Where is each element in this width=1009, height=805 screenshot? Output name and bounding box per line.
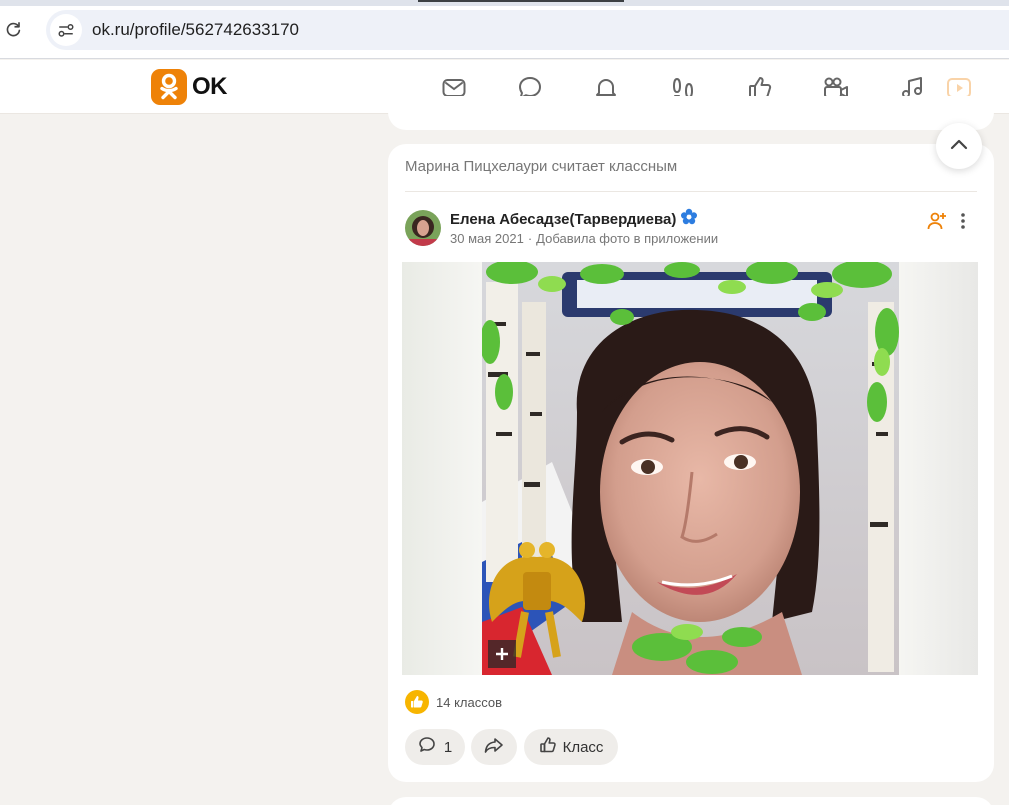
browser-toolbar: ok.ru/profile/562742633170 [0,0,1009,59]
klass-badge-icon [405,690,429,714]
address-bar[interactable]: ok.ru/profile/562742633170 [46,10,1009,50]
post-action-text: Добавила фото в приложении [536,231,719,246]
tab-strip [0,0,1009,6]
liked-by-line[interactable]: Марина Пицхелаури считает классным [405,158,677,175]
verified-flower-icon [680,208,698,230]
previous-post-card [388,96,994,130]
meta-separator: · [527,231,533,246]
comment-button[interactable]: 1 [405,729,465,765]
more-options-icon[interactable] [953,210,973,232]
klass-label: Класс [562,738,604,756]
post-meta: 30 мая 2021 · Добавила фото в приложении [450,231,718,246]
author-name[interactable]: Елена Абесадзе(Тарвердиева) [450,208,698,230]
reload-icon[interactable] [2,18,24,40]
url-text[interactable]: ok.ru/profile/562742633170 [92,20,299,40]
active-tab-indicator [418,0,624,2]
chevron-up-icon [950,137,968,155]
next-post-card [388,797,994,805]
comment-icon [418,736,436,758]
post-photo-container[interactable] [402,262,978,675]
share-arrow-icon [484,736,504,758]
klass-button[interactable]: Класс [524,729,618,765]
post-date[interactable]: 30 мая 2021 [450,231,524,246]
add-photo-plus-icon[interactable] [488,640,516,668]
author-name-text[interactable]: Елена Абесадзе(Тарвердиева) [450,211,676,228]
thumbs-up-icon [539,736,557,758]
author-avatar[interactable] [405,210,441,246]
ok-logo-text: OK [192,73,228,100]
likes-summary[interactable]: 14 классов [405,690,502,714]
site-info-icon[interactable] [50,14,82,46]
scroll-to-top-button[interactable] [936,123,982,169]
likes-count[interactable]: 14 классов [436,695,502,710]
divider [405,191,977,192]
add-friend-icon[interactable] [926,210,948,232]
comment-count: 1 [443,738,453,756]
post-photo[interactable] [482,262,899,675]
feed-post-card: Марина Пицхелаури считает классным Елена… [388,144,994,782]
ok-logo-icon [151,69,187,105]
ok-logo[interactable]: OK [151,69,228,105]
share-button[interactable] [471,729,517,765]
